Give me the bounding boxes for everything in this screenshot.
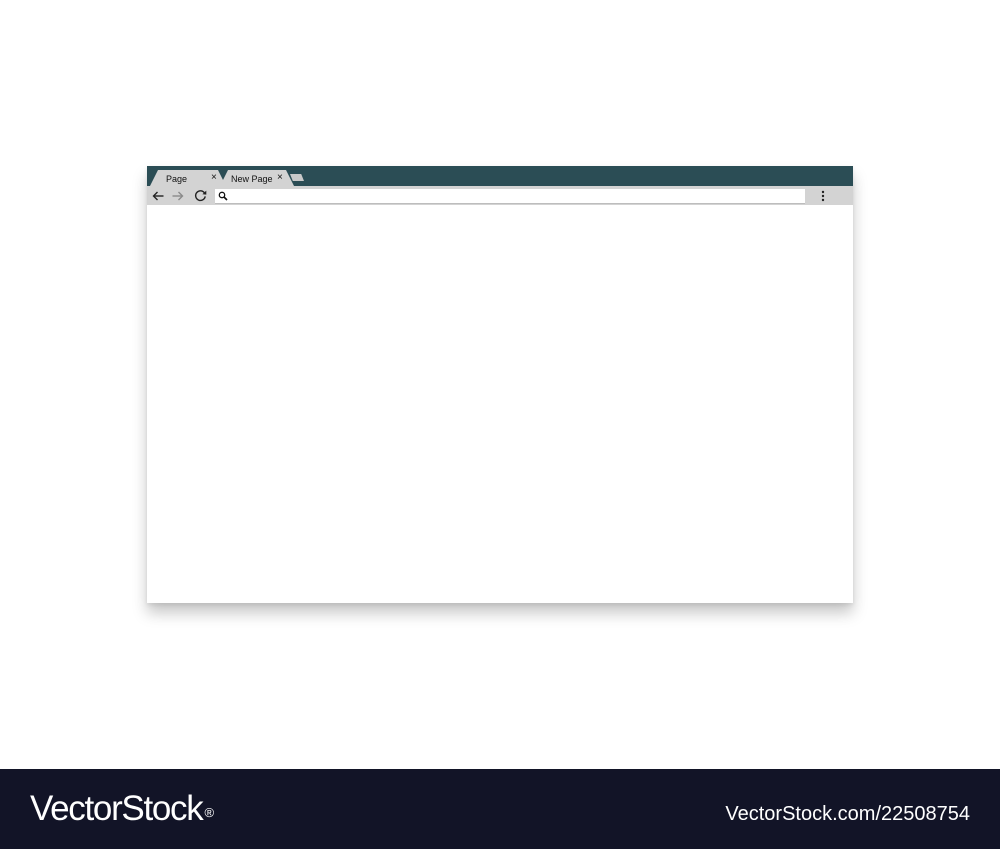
tab-page[interactable]: Page × xyxy=(150,170,226,186)
kebab-menu-icon xyxy=(821,190,825,201)
page-viewport xyxy=(147,205,853,603)
back-button[interactable] xyxy=(150,187,166,204)
browser-window: Page × New Page × xyxy=(147,166,853,603)
tab-label: Page xyxy=(166,174,188,184)
forward-button[interactable] xyxy=(170,187,186,204)
navigation-toolbar xyxy=(147,186,853,205)
tab-new-page[interactable]: New Page × xyxy=(220,170,294,186)
menu-button[interactable] xyxy=(817,187,829,204)
registered-mark: ® xyxy=(204,805,214,820)
search-icon xyxy=(218,191,228,201)
tab-label: New Page xyxy=(231,174,273,184)
arrow-left-icon xyxy=(152,191,164,200)
watermark-brand: VectorStock xyxy=(30,789,204,828)
new-tab-button[interactable] xyxy=(290,174,304,181)
reload-icon xyxy=(194,190,206,202)
watermark-image-id: VectorStock.com/22508754 xyxy=(725,803,970,825)
watermark-bar: VectorStock ® VectorStock.com/22508754 xyxy=(0,769,1000,849)
watermark-logo: VectorStock ® xyxy=(30,789,214,829)
address-bar[interactable] xyxy=(215,189,805,204)
tab-strip: Page × New Page × xyxy=(147,166,853,186)
reload-button[interactable] xyxy=(192,187,208,204)
tab-close-icon[interactable]: × xyxy=(277,172,283,184)
tab-close-icon[interactable]: × xyxy=(211,172,217,184)
arrow-right-icon xyxy=(172,191,184,200)
url-input[interactable] xyxy=(231,189,801,203)
